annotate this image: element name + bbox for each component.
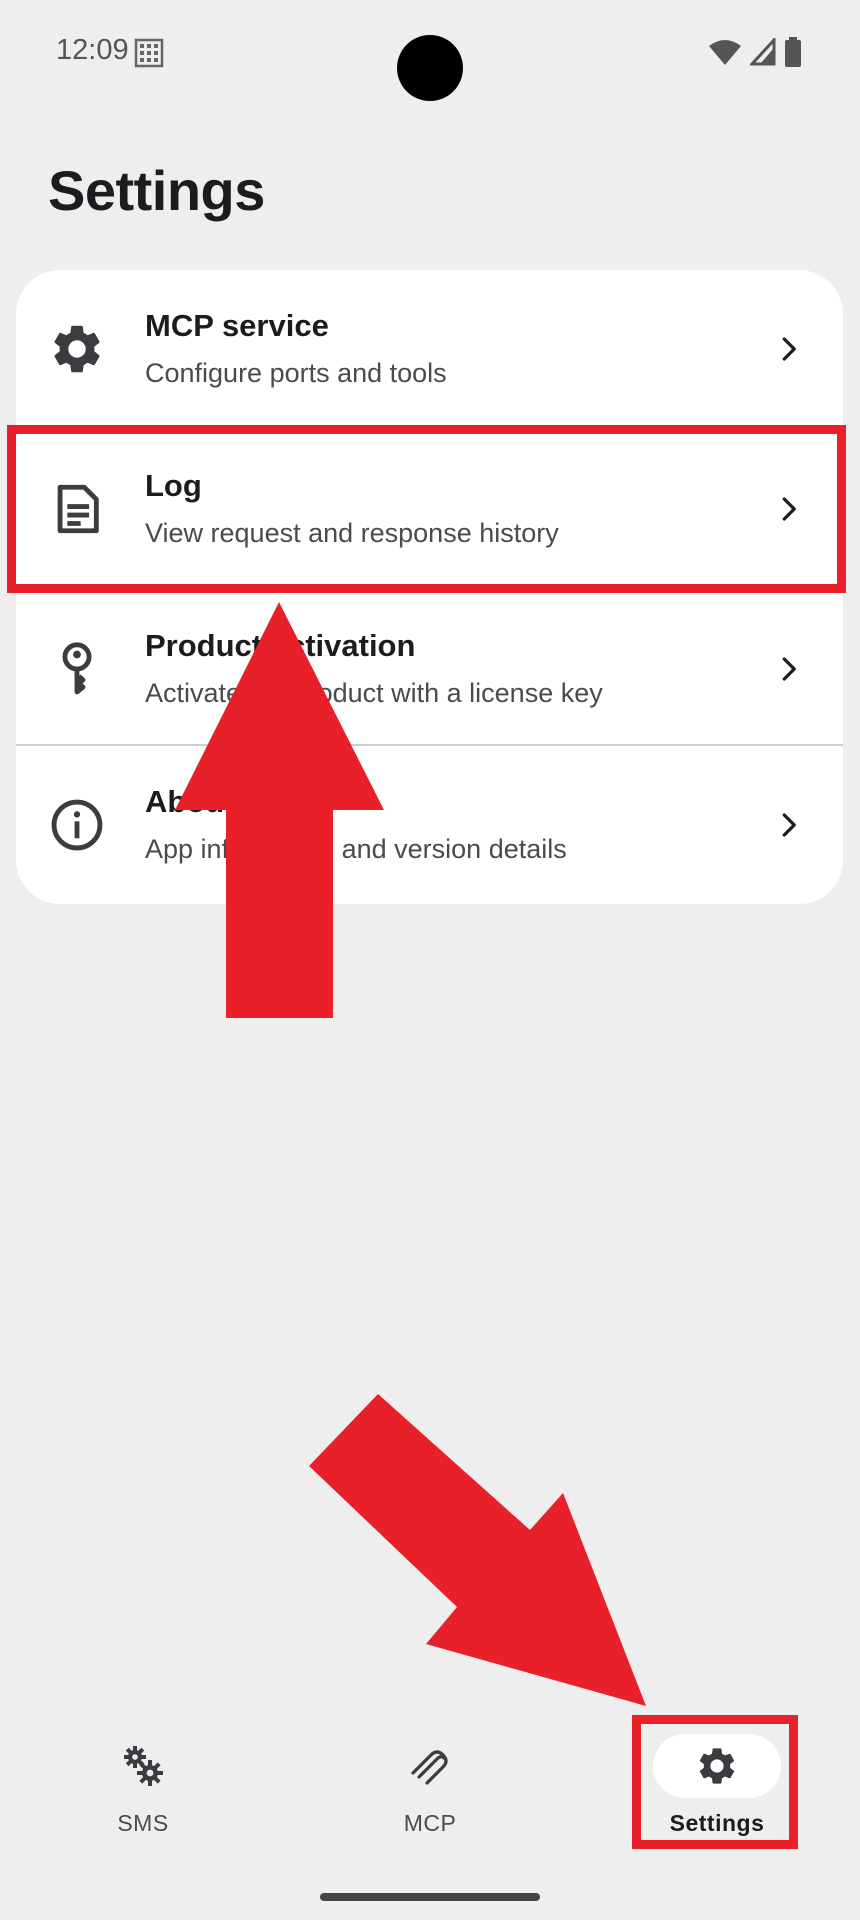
battery-icon [785, 37, 801, 67]
nav-item-mcp[interactable]: MCP [287, 1718, 573, 1848]
nav-icon-container-active [653, 1734, 781, 1798]
chevron-right-icon [782, 813, 796, 837]
settings-screen: 12:09 Settings MCP service Configure por… [0, 0, 860, 1920]
gesture-handle [320, 1893, 540, 1901]
nav-label: Settings [669, 1810, 765, 1836]
gear-icon [54, 325, 100, 373]
nav-label: MCP [403, 1810, 457, 1836]
settings-item-title: Log [145, 468, 202, 503]
nav-item-settings[interactable]: Settings [574, 1718, 860, 1848]
status-time: 12:09 [56, 34, 129, 66]
page-title: Settings [48, 159, 265, 222]
nav-icon-container [366, 1734, 494, 1798]
settings-item-title: Product activation [145, 628, 416, 663]
settings-item-subtitle: App information and version details [145, 834, 567, 864]
settings-item-subtitle: View request and response history [145, 518, 559, 548]
settings-item-subtitle: Activate the product with a license key [145, 678, 603, 708]
cell-signal-icon [750, 38, 776, 66]
settings-item-subtitle: Configure ports and tools [145, 358, 447, 388]
settings-item-product-activation[interactable]: Product activation Activate the product … [16, 590, 843, 748]
camera-cutout [397, 35, 463, 101]
paperclip-icon [411, 1750, 448, 1785]
settings-item-title: MCP service [145, 308, 329, 343]
chevron-right-icon [782, 497, 796, 521]
chevron-right-icon [782, 657, 796, 681]
nav-label: SMS [117, 1810, 169, 1836]
nav-icon-container [79, 1734, 207, 1798]
bottom-navigation: SMS MCP Settings [0, 1718, 860, 1878]
settings-list: MCP service Configure ports and tools Lo… [16, 270, 843, 904]
nav-item-sms[interactable]: SMS [0, 1718, 286, 1848]
key-icon [62, 642, 92, 695]
gears-icon [124, 1746, 163, 1786]
status-icons [708, 36, 802, 68]
settings-item-mcp-service[interactable]: MCP service Configure ports and tools [16, 270, 843, 428]
status-bar: 12:09 [0, 0, 860, 110]
info-icon [51, 799, 103, 851]
settings-item-title: About [145, 784, 235, 819]
arrow-down-right-to-settings [309, 1394, 646, 1706]
gear-icon [699, 1748, 735, 1784]
settings-item-about[interactable]: About App information and version detail… [16, 746, 843, 904]
chevron-right-icon [782, 337, 796, 361]
settings-item-log[interactable]: Log View request and response history [16, 430, 843, 588]
document-icon [57, 484, 99, 534]
wifi-icon [709, 40, 741, 65]
sim-card-icon [134, 38, 164, 68]
